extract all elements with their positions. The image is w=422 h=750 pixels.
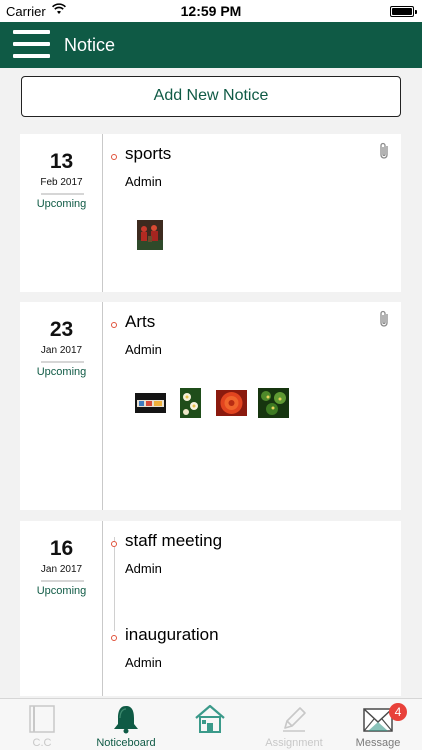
tab-label-cc: C.C <box>32 737 52 749</box>
timeline-line <box>114 537 115 631</box>
notice-month-year: Feb 2017 <box>40 177 83 188</box>
notice-date: 13 Feb 2017 Upcoming <box>20 134 103 292</box>
attachment-icon[interactable] <box>377 142 393 160</box>
flower-photo-thumbnail[interactable] <box>180 388 201 418</box>
notice-day: 13 <box>49 150 74 173</box>
green-plant-photo-thumbnail[interactable] <box>258 388 289 418</box>
notice-author: Admin <box>125 174 162 189</box>
tab-label-noticeboard: Noticeboard <box>96 737 156 749</box>
bell-icon <box>114 706 138 734</box>
notice-day: 23 <box>49 318 74 341</box>
status-bar: Carrier 12:59 PM <box>0 0 422 22</box>
sports-photo-thumbnail[interactable] <box>137 220 163 250</box>
timeline-bullet <box>111 322 117 328</box>
notice-date: 23 Jan 2017 Upcoming <box>20 302 103 510</box>
tab-message[interactable]: 4 Message <box>336 699 420 750</box>
notice-card[interactable]: 23 Jan 2017 Upcoming Arts Admin <box>20 302 401 510</box>
notice-title: inauguration <box>125 625 219 644</box>
notice-month-year: Jan 2017 <box>40 564 83 575</box>
timeline-bullet <box>111 154 117 160</box>
status-time: 12:59 PM <box>180 3 242 19</box>
notice-month-year: Jan 2017 <box>40 345 83 356</box>
notice-status: Upcoming <box>36 366 87 378</box>
attachment-icon[interactable] <box>377 310 393 328</box>
hamburger-menu-icon[interactable] <box>13 30 50 60</box>
notice-title: staff meeting <box>125 531 223 550</box>
notice-date: 16 Jan 2017 Upcoming <box>20 521 103 696</box>
timeline-bullet <box>111 541 117 547</box>
notice-status: Upcoming <box>36 585 87 597</box>
message-count-badge: 4 <box>389 703 407 721</box>
date-divider <box>41 361 84 363</box>
home-icon <box>195 704 225 733</box>
tab-label-assignment: Assignment <box>265 737 323 749</box>
battery-icon <box>390 6 417 17</box>
red-flower-photo-thumbnail[interactable] <box>216 390 247 416</box>
tab-home[interactable] <box>168 699 252 750</box>
date-divider <box>41 580 84 582</box>
add-new-notice-button[interactable]: Add New Notice <box>21 76 401 117</box>
notice-status: Upcoming <box>36 198 87 210</box>
date-divider <box>41 193 84 195</box>
arts-photo-thumbnail[interactable] <box>135 393 166 413</box>
notice-card[interactable]: 16 Jan 2017 Upcoming staff meeting Admin… <box>20 521 401 696</box>
tab-noticeboard[interactable]: Noticeboard <box>84 699 168 750</box>
notice-title: Arts <box>125 312 156 331</box>
tab-label-message: Message <box>355 737 401 749</box>
notice-author: Admin <box>125 655 162 670</box>
notice-author: Admin <box>125 342 162 357</box>
notice-day: 16 <box>49 537 74 560</box>
notice-title: sports <box>125 144 172 163</box>
tab-assignment[interactable]: Assignment <box>252 699 336 750</box>
tab-bar: C.C Noticeboard Assignment 4 Message <box>0 698 422 750</box>
pencil-icon <box>283 707 306 732</box>
notice-author: Admin <box>125 561 162 576</box>
tab-cc[interactable]: C.C <box>0 699 84 750</box>
nav-bar: Notice <box>0 22 422 68</box>
book-icon <box>29 705 55 733</box>
notice-card[interactable]: 13 Feb 2017 Upcoming sports Admin <box>20 134 401 292</box>
page-title: Notice <box>64 35 116 55</box>
timeline-bullet <box>111 635 117 641</box>
